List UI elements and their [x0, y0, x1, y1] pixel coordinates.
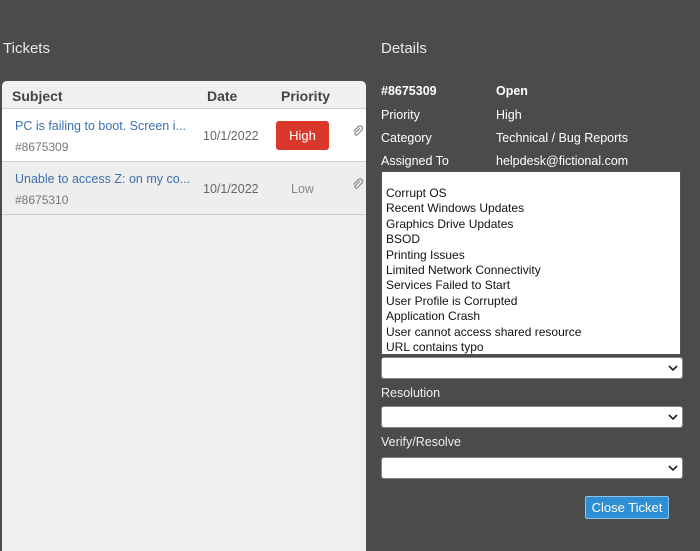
paperclip-icon[interactable]: [351, 178, 365, 192]
issue-option[interactable]: Services Failed to Start: [386, 278, 680, 293]
close-ticket-button[interactable]: Close Ticket: [585, 496, 669, 519]
resolution-select[interactable]: [381, 406, 683, 428]
priority-text: Low: [291, 182, 314, 196]
table-header: Subject Date Priority: [2, 81, 366, 109]
issue-option[interactable]: Printing Issues: [386, 248, 680, 263]
verify-label: Verify/Resolve: [381, 435, 461, 449]
priority-badge: High: [276, 121, 329, 150]
verify-select[interactable]: [381, 457, 683, 479]
ticket-subject[interactable]: Unable to access Z: on my co...: [15, 172, 190, 186]
priority-value: High: [496, 108, 522, 122]
details-title: Details: [381, 40, 427, 57]
priority-header[interactable]: Priority: [281, 88, 330, 104]
issue-option[interactable]: User cannot access shared resource: [386, 325, 680, 340]
date-header[interactable]: Date: [207, 88, 237, 104]
issue-option[interactable]: BSOD: [386, 232, 680, 247]
issue-option[interactable]: User Profile is Corrupted: [386, 294, 680, 309]
category-label: Category: [381, 131, 432, 145]
issue-option[interactable]: Application Crash: [386, 309, 680, 324]
ticket-date: 10/1/2022: [203, 182, 259, 196]
issue-option[interactable]: Limited Network Connectivity: [386, 263, 680, 278]
issue-option[interactable]: Corrupt OS: [386, 186, 680, 201]
subject-header[interactable]: Subject: [12, 88, 63, 104]
priority-label: Priority: [381, 108, 420, 122]
ticket-id: #8675310: [15, 193, 69, 207]
issue-option[interactable]: Recent Windows Updates: [386, 201, 680, 216]
issue-select[interactable]: [381, 357, 683, 379]
issue-option[interactable]: Graphics Drive Updates: [386, 217, 680, 232]
assigned-value: helpdesk@fictional.com: [496, 154, 629, 168]
detail-ticket-id: #8675309: [381, 84, 437, 98]
ticket-subject[interactable]: PC is failing to boot. Screen i...: [15, 119, 186, 133]
chevron-down-icon: [668, 465, 678, 472]
chevron-down-icon: [668, 414, 678, 421]
detail-status: Open: [496, 84, 528, 98]
resolution-label: Resolution: [381, 386, 441, 400]
ticket-date: 10/1/2022: [203, 129, 259, 143]
chevron-down-icon: [668, 365, 678, 372]
tickets-title: Tickets: [3, 40, 50, 57]
issue-option[interactable]: URL contains typo: [386, 340, 680, 355]
issue-options-list[interactable]: Corrupt OS Recent Windows Updates Graphi…: [381, 171, 681, 355]
category-value: Technical / Bug Reports: [496, 131, 629, 145]
ticket-id: #8675309: [15, 140, 69, 154]
paperclip-icon[interactable]: [351, 125, 365, 139]
tickets-table: Subject Date Priority PC is failing to b…: [2, 81, 366, 551]
assigned-label: Assigned To: [381, 154, 449, 168]
table-row[interactable]: Unable to access Z: on my co... #8675310…: [2, 162, 366, 215]
table-row[interactable]: PC is failing to boot. Screen i... #8675…: [2, 109, 366, 162]
